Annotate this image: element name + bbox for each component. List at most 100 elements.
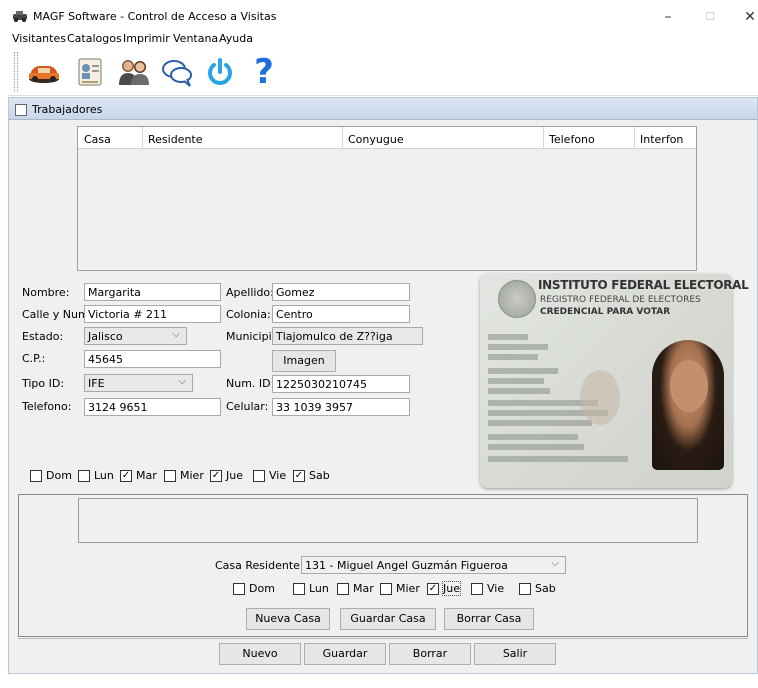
column-residente[interactable]: Residente — [148, 133, 203, 146]
nueva-casa-button[interactable]: Nueva Casa — [246, 608, 330, 630]
house-day-mar-checkbox[interactable]: Mar — [337, 582, 374, 595]
colonia-field[interactable]: Centro — [272, 305, 410, 323]
credential-text-line — [488, 388, 550, 394]
menu-ventana[interactable]: Ventana — [173, 32, 218, 45]
car-icon — [29, 66, 59, 83]
toolbar-chat-button[interactable] — [157, 52, 197, 92]
checkbox-label: Dom — [46, 469, 72, 482]
cp-field[interactable]: 45645 — [84, 350, 221, 368]
chevron-down-icon: ⌵ — [172, 329, 180, 340]
column-separator — [634, 127, 635, 149]
num-id-field[interactable]: 1225030210745 — [272, 375, 410, 393]
day-jue-checkbox[interactable]: ✓ Jue — [210, 469, 243, 482]
column-interfon[interactable]: Interfon — [640, 133, 683, 146]
colonia-label: Colonia: — [226, 308, 271, 321]
column-telefono[interactable]: Telefono — [549, 133, 595, 146]
checkbox-box — [471, 582, 483, 595]
checkbox-box — [337, 582, 349, 595]
id-card-icon — [78, 58, 102, 86]
checkbox-label: Sab — [535, 582, 556, 595]
credential-text-line — [488, 456, 628, 462]
day-lun-checkbox[interactable]: Lun — [78, 469, 114, 482]
credential-text-line — [488, 368, 558, 374]
celular-field[interactable]: 33 1039 3957 — [272, 398, 410, 416]
checkbox-label: Lun — [94, 469, 114, 482]
checkbox-box — [164, 469, 176, 482]
guardar-casa-button[interactable]: Guardar Casa — [340, 608, 436, 630]
day-mier-checkbox[interactable]: Mier — [164, 469, 204, 482]
credential-line-2: REGISTRO FEDERAL DE ELECTORES — [540, 295, 701, 305]
checkbox-box — [519, 582, 531, 595]
credential-text-line — [488, 378, 544, 384]
guardar-button[interactable]: Guardar — [304, 643, 386, 665]
house-day-sab-checkbox[interactable]: Sab — [519, 582, 556, 595]
toolbar-power-button[interactable] — [200, 52, 240, 92]
calle-field[interactable]: Victoria # 211 — [84, 305, 221, 323]
check-icon: ✓ — [210, 469, 222, 482]
credential-text-line — [488, 354, 538, 360]
salir-button[interactable]: Salir — [474, 643, 556, 665]
house-day-lun-checkbox[interactable]: Lun — [293, 582, 329, 595]
frame-title: Trabajadores — [32, 103, 103, 116]
menu-catalogos[interactable]: Catalogos — [67, 32, 122, 45]
checkbox-label: Lun — [309, 582, 329, 595]
nombre-label: Nombre: — [22, 286, 70, 299]
maximize-button[interactable]: ☐ — [690, 6, 730, 28]
credential-text-line — [488, 334, 528, 340]
casas-list[interactable] — [78, 498, 698, 543]
checkbox-label: Mier — [180, 469, 204, 482]
seal-icon — [498, 280, 536, 318]
ghost-photo — [580, 370, 620, 425]
menu-ayuda[interactable]: Ayuda — [219, 32, 253, 45]
apellido-field[interactable]: Gomez — [272, 283, 410, 301]
checkbox-label: Mar — [136, 469, 157, 482]
person-face — [670, 360, 708, 412]
casa-residente-combo[interactable]: 131 - Miguel Angel Guzmán Figueroa ⌵ — [301, 556, 566, 574]
imagen-button[interactable]: Imagen — [272, 350, 336, 372]
municipio-field[interactable]: Tlajomulco de Z??iga — [272, 327, 423, 345]
celular-label: Celular: — [226, 400, 269, 413]
day-sab-checkbox[interactable]: ✓ Sab — [293, 469, 330, 482]
people-icon — [119, 60, 149, 85]
chevron-down-icon: ⌵ — [178, 376, 186, 387]
credential-text-line — [488, 344, 548, 350]
day-mar-checkbox[interactable]: ✓ Mar — [120, 469, 157, 482]
tipo-id-combo[interactable]: IFE ⌵ — [84, 374, 193, 392]
checkbox-label: Sab — [309, 469, 330, 482]
borrar-button[interactable]: Borrar — [389, 643, 471, 665]
toolbar-id-card-button[interactable] — [70, 52, 110, 92]
close-button[interactable]: ✕ — [730, 6, 758, 28]
nuevo-button[interactable]: Nuevo — [219, 643, 301, 665]
minimize-button[interactable]: – — [648, 6, 688, 28]
frame-icon — [15, 104, 27, 116]
toolbar-car-button[interactable] — [24, 52, 64, 92]
credential-text-line — [488, 444, 584, 450]
frame-title-bar[interactable] — [9, 98, 757, 120]
house-day-mier-checkbox[interactable]: Mier — [380, 582, 420, 595]
checkbox-label: Mier — [396, 582, 420, 595]
house-day-vie-checkbox[interactable]: Vie — [471, 582, 504, 595]
casa-residente-value: 131 - Miguel Angel Guzmán Figueroa — [305, 559, 508, 572]
toolbar-grip[interactable] — [14, 52, 18, 92]
day-dom-checkbox[interactable]: Dom — [30, 469, 72, 482]
column-separator — [342, 127, 343, 149]
column-conyugue[interactable]: Conyugue — [348, 133, 404, 146]
estado-combo[interactable]: Jalisco ⌵ — [84, 327, 187, 345]
menu-visitantes[interactable]: Visitantes — [12, 32, 66, 45]
borrar-casa-button[interactable]: Borrar Casa — [444, 608, 534, 630]
column-casa[interactable]: Casa — [84, 133, 111, 146]
telefono-field[interactable]: 3124 9651 — [84, 398, 221, 416]
nombre-field[interactable]: Margarita — [84, 283, 221, 301]
house-day-jue-checkbox[interactable]: ✓ Jue — [427, 581, 461, 596]
cp-label: C.P.: — [22, 352, 46, 365]
day-vie-checkbox[interactable]: Vie — [253, 469, 286, 482]
checkbox-label: Vie — [487, 582, 505, 595]
credential-text-line — [488, 434, 578, 440]
toolbar-people-button[interactable] — [114, 52, 154, 92]
house-day-dom-checkbox[interactable]: Dom — [233, 582, 275, 595]
checkbox-box — [293, 582, 305, 595]
checkbox-box — [78, 469, 90, 482]
toolbar-help-button[interactable]: ? — [244, 52, 284, 92]
telefono-label: Telefono: — [22, 400, 72, 413]
menu-imprimir[interactable]: Imprimir — [123, 32, 170, 45]
